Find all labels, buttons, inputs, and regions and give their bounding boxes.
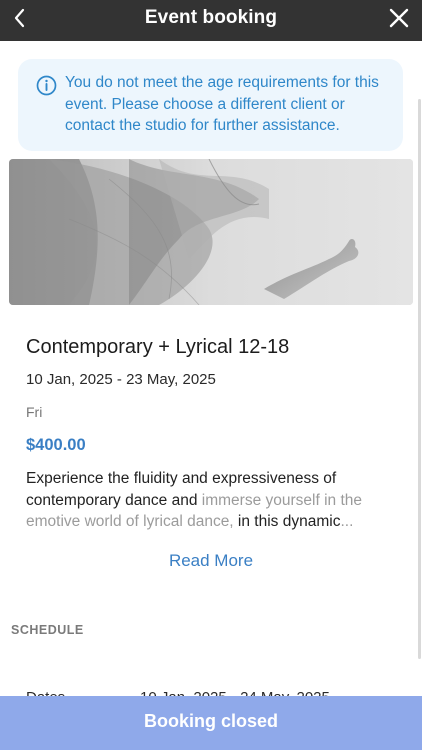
event-image xyxy=(9,159,413,305)
schedule-heading: SCHEDULE xyxy=(11,623,84,637)
description-ellipsis: ... xyxy=(340,513,354,530)
top-bar: Event booking xyxy=(0,0,422,41)
scrollbar[interactable] xyxy=(418,99,421,659)
description-tail-text: in this dynamic xyxy=(233,513,341,530)
event-details: You do not meet the age requirements for… xyxy=(0,41,422,750)
info-icon xyxy=(36,75,57,96)
page-title: Event booking xyxy=(144,7,278,28)
event-day: Fri xyxy=(26,404,43,420)
event-description: Experience the fluidity and expressivene… xyxy=(26,468,396,533)
close-icon[interactable] xyxy=(388,7,410,29)
event-title: Contemporary + Lyrical 12-18 xyxy=(26,336,290,358)
event-price: $400.00 xyxy=(26,436,86,454)
read-more-link[interactable]: Read More xyxy=(0,551,422,571)
alert-message: You do not meet the age requirements for… xyxy=(65,74,379,134)
event-dates: 10 Jan, 2025 - 23 May, 2025 xyxy=(26,371,216,388)
booking-closed-button[interactable]: Booking closed xyxy=(0,696,422,750)
age-requirement-alert: You do not meet the age requirements for… xyxy=(18,59,403,151)
